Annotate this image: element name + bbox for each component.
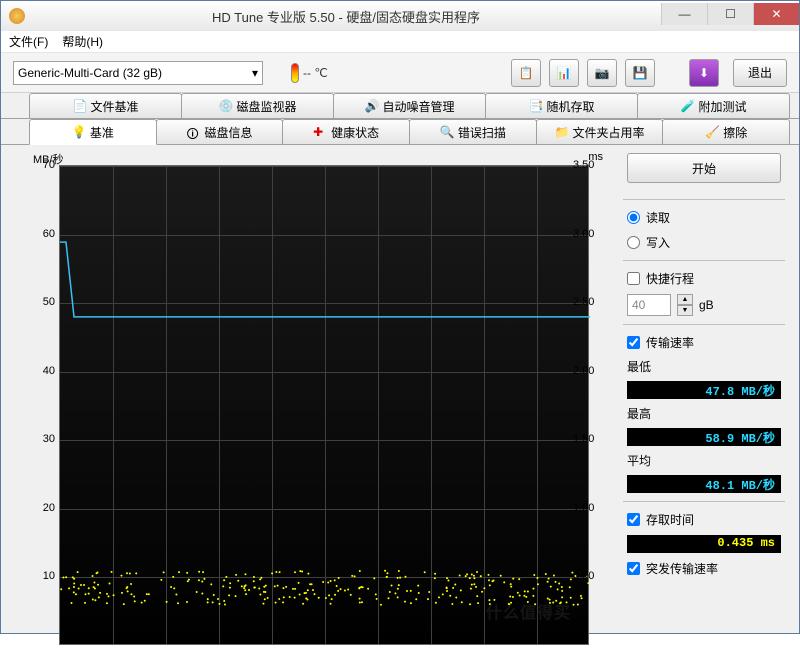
extra-icon: 🧪 (680, 99, 694, 113)
minimize-button[interactable]: — (661, 3, 707, 25)
monitor-icon: 💿 (218, 99, 232, 113)
tabs-bottom: 💡基准 🛈磁盘信息 ✚健康状态 🔍错误扫描 📁文件夹占用率 🧹擦除 (1, 119, 799, 145)
tab-benchmark[interactable]: 💡基准 (29, 119, 157, 145)
start-button[interactable]: 开始 (627, 153, 781, 183)
max-value: 58.9 MB/秒 (627, 428, 781, 446)
temperature-display: -- ℃ (291, 63, 328, 83)
drive-select-value: Generic-Multi-Card (32 gB) (18, 66, 162, 80)
min-label: 最低 (619, 358, 789, 375)
divider (623, 260, 785, 261)
copy-button[interactable]: 📋 (511, 59, 541, 87)
min-value: 47.8 MB/秒 (627, 381, 781, 399)
copy-graph-button[interactable]: 📊 (549, 59, 579, 87)
results-panel: 开始 读取 写入 快捷行程 ▲▼ gB 传输速率 最低 47.8 MB/秒 最高… (619, 153, 789, 633)
speaker-icon: 🔊 (364, 99, 378, 113)
search-icon: 🔍 (440, 125, 454, 139)
size-input-row: ▲▼ gB (619, 294, 789, 316)
max-label: 最高 (619, 405, 789, 422)
menu-help[interactable]: 帮助(H) (62, 33, 103, 50)
menubar: 文件(F) 帮助(H) (1, 31, 799, 53)
radio-write[interactable]: 写入 (619, 233, 789, 252)
temperature-value: -- ℃ (303, 66, 328, 80)
tab-file-benchmark[interactable]: 📄文件基准 (29, 93, 182, 118)
titlebar: HD Tune 专业版 5.50 - 硬盘/固态硬盘实用程序 — ☐ ✕ (1, 1, 799, 31)
tab-random-access[interactable]: 📑随机存取 (485, 93, 638, 118)
checkbox-access[interactable]: 存取时间 (619, 510, 789, 529)
screenshot-button[interactable]: 📷 (587, 59, 617, 87)
divider (623, 324, 785, 325)
window-title: HD Tune 专业版 5.50 - 硬盘/固态硬盘实用程序 (31, 7, 661, 26)
tab-health[interactable]: ✚健康状态 (282, 119, 410, 144)
copy-graph-icon: 📊 (557, 66, 572, 80)
size-unit: gB (699, 298, 714, 312)
tab-erase[interactable]: 🧹擦除 (662, 119, 790, 144)
tab-error-scan[interactable]: 🔍错误扫描 (409, 119, 537, 144)
radio-read[interactable]: 读取 (619, 208, 789, 227)
tab-disk-monitor[interactable]: 💿磁盘监视器 (181, 93, 334, 118)
divider (623, 199, 785, 200)
avg-value: 48.1 MB/秒 (627, 475, 781, 493)
file-icon: 📄 (72, 99, 86, 113)
size-input[interactable] (627, 294, 671, 316)
spinner-buttons[interactable]: ▲▼ (677, 294, 693, 316)
checkbox-burst[interactable]: 突发传输速率 (619, 559, 789, 578)
folder-icon: 📁 (555, 125, 569, 139)
thermometer-icon (291, 63, 299, 83)
tab-disk-info[interactable]: 🛈磁盘信息 (156, 119, 284, 144)
menu-file[interactable]: 文件(F) (9, 33, 48, 50)
chevron-down-icon: ▾ (252, 66, 258, 80)
access-value: 0.435 ms (627, 535, 781, 553)
toolbar: Generic-Multi-Card (32 gB) ▾ -- ℃ 📋 📊 📷 … (1, 53, 799, 93)
random-icon: 📑 (528, 99, 542, 113)
content-area: MB/秒 ms 70605040302010 3.503.002.502.001… (1, 145, 799, 633)
tabs-top: 📄文件基准 💿磁盘监视器 🔊自动噪音管理 📑随机存取 🧪附加测试 (1, 93, 799, 119)
save-button[interactable]: 💾 (625, 59, 655, 87)
save-icon: 💾 (633, 66, 648, 80)
tab-noise-management[interactable]: 🔊自动噪音管理 (333, 93, 486, 118)
divider (623, 501, 785, 502)
maximize-button[interactable]: ☐ (707, 3, 753, 25)
chart-container: MB/秒 ms 70605040302010 3.503.002.502.001… (11, 153, 611, 653)
info-icon: 🛈 (187, 125, 201, 139)
tab-folder-usage[interactable]: 📁文件夹占用率 (536, 119, 664, 144)
bulb-icon: 💡 (72, 125, 86, 139)
exit-button[interactable]: 退出 (733, 59, 787, 87)
drive-select[interactable]: Generic-Multi-Card (32 gB) ▾ (13, 61, 263, 85)
app-icon (9, 8, 25, 24)
health-icon: ✚ (313, 125, 327, 139)
checkbox-transfer[interactable]: 传输速率 (619, 333, 789, 352)
erase-icon: 🧹 (705, 125, 719, 139)
arrow-down-icon: ⬇ (699, 66, 709, 80)
camera-icon: 📷 (595, 66, 610, 80)
tab-extra-tests[interactable]: 🧪附加测试 (637, 93, 790, 118)
benchmark-chart (59, 165, 589, 645)
checkbox-quick[interactable]: 快捷行程 (619, 269, 789, 288)
close-button[interactable]: ✕ (753, 3, 799, 25)
options-button[interactable]: ⬇ (689, 59, 719, 87)
avg-label: 平均 (619, 452, 789, 469)
watermark: 什么值得买 (486, 599, 571, 623)
window-controls: — ☐ ✕ (661, 7, 799, 25)
copy-icon: 📋 (519, 66, 534, 80)
